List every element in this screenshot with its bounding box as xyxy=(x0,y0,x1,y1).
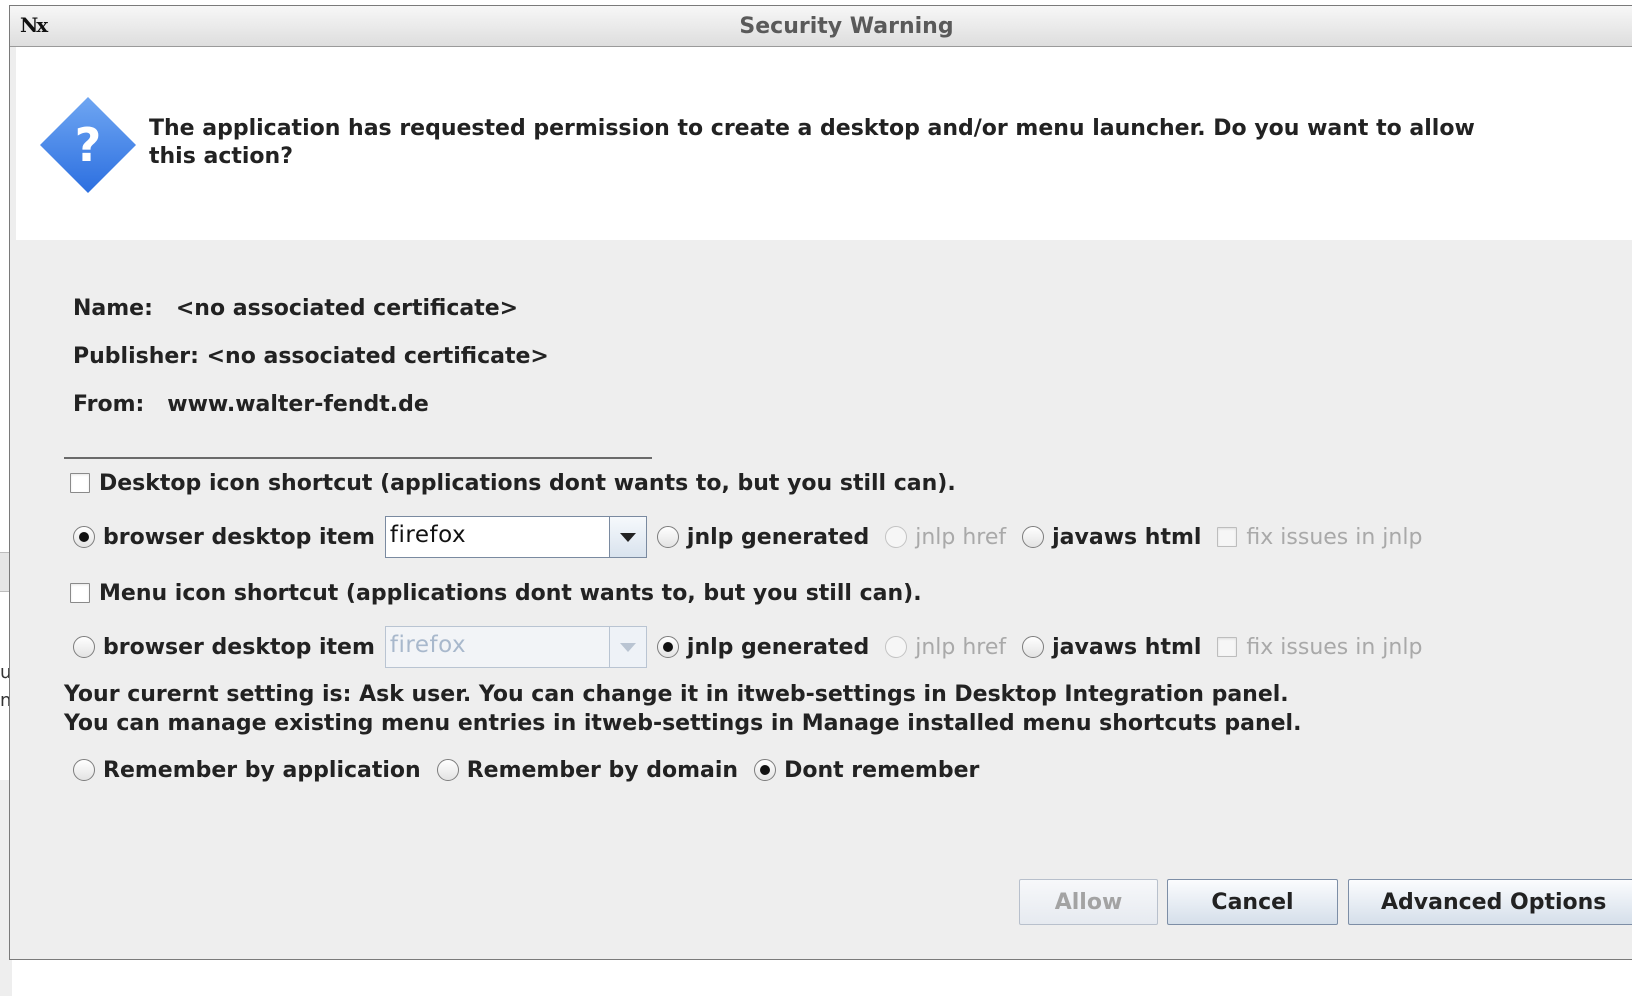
desktop-options-row: browser desktop item firefox jnlp genera… xyxy=(73,515,1422,559)
title-bar[interactable]: Nx Security Warning xyxy=(10,6,1632,47)
desktop-javaws-html-label: javaws html xyxy=(1052,524,1202,550)
desktop-browser-combo[interactable]: firefox xyxy=(384,516,647,558)
manage-entries-note: You can manage existing menu entries in … xyxy=(64,711,1302,736)
current-setting-note: Your curernt setting is: Ask user. You c… xyxy=(64,682,1289,707)
desktop-shortcut-label: Desktop icon shortcut (applications dont… xyxy=(99,470,956,496)
chevron-down-icon[interactable] xyxy=(608,627,646,667)
desktop-jnlp-generated-radio[interactable] xyxy=(656,526,679,548)
menu-shortcut-label: Menu icon shortcut (applications dont wa… xyxy=(99,580,922,606)
advanced-options-button[interactable]: Advanced Options xyxy=(1348,879,1632,925)
cancel-button[interactable]: Cancel xyxy=(1167,879,1338,925)
permission-message: The application has requested permission… xyxy=(149,116,1475,169)
remember-by-domain-radio[interactable] xyxy=(436,759,459,781)
desktop-jnlp-href-radio[interactable] xyxy=(885,526,908,548)
dont-remember-radio[interactable] xyxy=(754,759,777,781)
desktop-browser-label: browser desktop item xyxy=(103,524,375,550)
svg-text:?: ? xyxy=(75,118,102,172)
window-title: Security Warning xyxy=(739,14,954,39)
menu-jnlp-href-radio[interactable] xyxy=(885,636,908,658)
remember-by-application-radio[interactable] xyxy=(73,759,95,781)
menu-fix-issues-label: fix issues in jnlp xyxy=(1246,634,1423,660)
desktop-jnlp-generated-label: jnlp generated xyxy=(686,524,870,550)
desktop-fix-issues-checkbox[interactable] xyxy=(1217,527,1238,547)
desktop-jnlp-href-label: jnlp href xyxy=(915,524,1007,550)
desktop-browser-value: firefox xyxy=(389,522,467,548)
desktop-fix-issues-label: fix issues in jnlp xyxy=(1246,524,1423,550)
menu-javaws-html-radio[interactable] xyxy=(1022,636,1045,658)
name-info: Name: <no associated certificate> xyxy=(73,296,519,321)
separator xyxy=(64,457,652,459)
menu-fix-issues-checkbox[interactable] xyxy=(1217,637,1238,657)
desktop-shortcut-row[interactable]: Desktop icon shortcut (applications dont… xyxy=(70,461,956,505)
chevron-down-icon[interactable] xyxy=(608,517,646,557)
menu-options-row: browser desktop item firefox jnlp genera… xyxy=(73,625,1422,669)
from-info: From: www.walter-fendt.de xyxy=(73,392,429,417)
menu-javaws-html-label: javaws html xyxy=(1052,634,1202,660)
message-banner: ? The application has requested permissi… xyxy=(16,47,1632,240)
menu-jnlp-generated-label: jnlp generated xyxy=(686,634,870,660)
menu-shortcut-checkbox[interactable] xyxy=(70,583,90,603)
menu-browser-value: firefox xyxy=(389,632,467,658)
publisher-info: Publisher: <no associated certificate> xyxy=(73,344,549,369)
menu-browser-combo[interactable]: firefox xyxy=(384,626,647,668)
remember-row: Remember by application Remember by doma… xyxy=(73,748,979,792)
question-icon: ? xyxy=(40,97,136,193)
remember-by-application-label: Remember by application xyxy=(103,757,421,783)
menu-browser-label: browser desktop item xyxy=(103,634,375,660)
remember-by-domain-label: Remember by domain xyxy=(466,757,739,783)
allow-button[interactable]: Allow xyxy=(1019,879,1158,925)
menu-jnlp-generated-radio[interactable] xyxy=(656,636,679,658)
desktop-browser-radio[interactable] xyxy=(73,526,95,548)
security-warning-dialog: Nx Security Warning ? The application ha… xyxy=(9,5,1632,960)
menu-shortcut-row[interactable]: Menu icon shortcut (applications dont wa… xyxy=(70,571,922,615)
dont-remember-label: Dont remember xyxy=(784,757,980,783)
menu-jnlp-href-label: jnlp href xyxy=(915,634,1007,660)
menu-browser-radio[interactable] xyxy=(73,636,95,658)
desktop-javaws-html-radio[interactable] xyxy=(1022,526,1045,548)
desktop-shortcut-checkbox[interactable] xyxy=(70,473,90,493)
